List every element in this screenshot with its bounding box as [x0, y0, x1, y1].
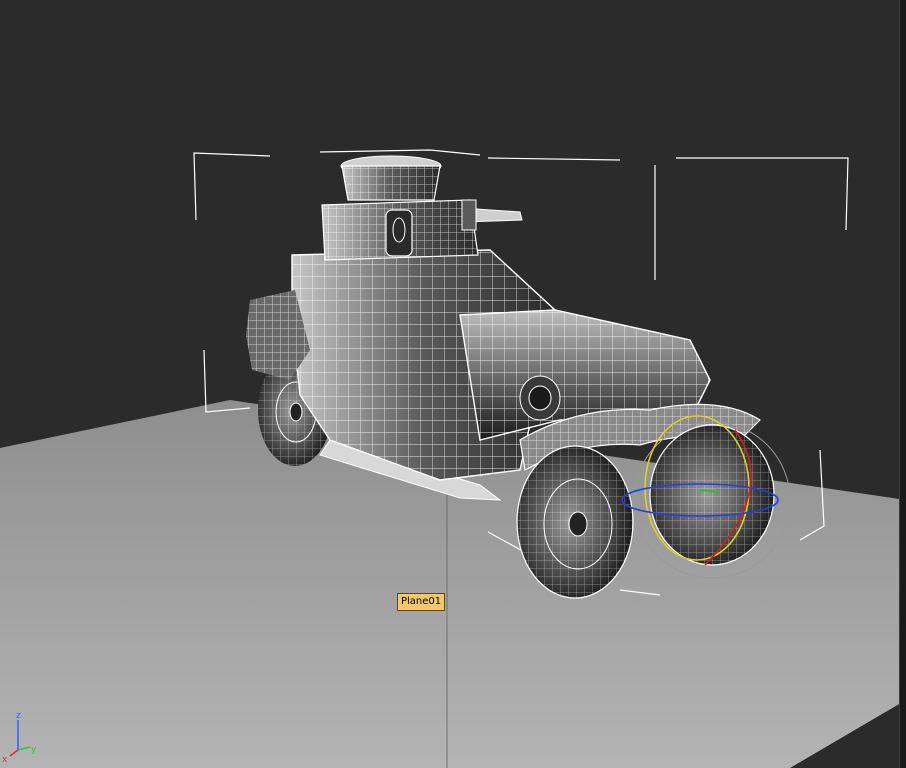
viewport-right-edge: [899, 0, 906, 768]
turret[interactable]: [321, 199, 479, 261]
front-left-wheel[interactable]: [516, 445, 634, 599]
headlight: [519, 375, 561, 421]
scene-canvas[interactable]: z y x: [0, 0, 906, 768]
turret-gun: [461, 199, 523, 231]
front-right-wheel[interactable]: [649, 424, 775, 566]
object-name-tooltip: Plane01: [397, 593, 446, 611]
perspective-viewport[interactable]: z y x Plane01: [0, 0, 906, 768]
axis-z-label: z: [16, 711, 21, 721]
turret-cupola: [340, 155, 442, 201]
axis-x-label: x: [2, 755, 8, 765]
axis-y-label: y: [31, 745, 37, 755]
